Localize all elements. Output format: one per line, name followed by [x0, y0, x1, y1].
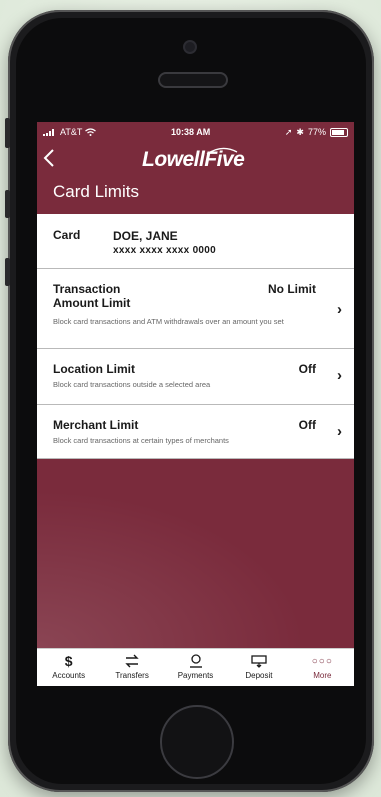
- signal-icon: [43, 128, 54, 136]
- bottom-tab-bar: $ Accounts Transfers Payments Deposit ○○…: [37, 648, 354, 686]
- tab-accounts-label: Accounts: [52, 671, 86, 680]
- deposit-icon: [227, 653, 290, 669]
- card-label: Card: [53, 228, 81, 242]
- card-row: Card DOE, JANE xxxx xxxx xxxx 0000: [37, 214, 354, 269]
- merchant-limit-value: Off: [298, 418, 316, 432]
- status-bar: AT&T 10:38 AM ➚ ✱ 77%: [37, 122, 354, 142]
- front-camera: [185, 42, 195, 52]
- battery-icon: [329, 127, 348, 137]
- location-icon: ➚: [284, 126, 293, 137]
- transaction-limit-title-line2: Amount Limit: [53, 296, 131, 310]
- chevron-right-icon: ›: [337, 301, 342, 318]
- tab-deposit[interactable]: Deposit: [227, 649, 290, 686]
- tab-accounts[interactable]: $ Accounts: [37, 649, 100, 686]
- chevron-right-icon: ›: [337, 367, 342, 384]
- volume-up-button: [5, 190, 10, 218]
- mute-switch: [5, 118, 10, 148]
- tab-deposit-label: Deposit: [245, 671, 273, 680]
- transaction-limit-row[interactable]: Transaction Amount Limit No Limit Block …: [37, 269, 354, 349]
- merchant-limit-title: Merchant Limit: [53, 418, 139, 432]
- chevron-left-icon: [43, 149, 54, 167]
- battery-percent: 77%: [307, 127, 326, 137]
- transaction-limit-description: Block card transactions and ATM withdraw…: [53, 317, 284, 326]
- merchant-limit-description: Block card transactions at certain types…: [53, 436, 229, 445]
- transaction-limit-title: Transaction Amount Limit: [53, 282, 130, 310]
- status-left: AT&T: [43, 127, 97, 137]
- tab-transfers-label: Transfers: [115, 671, 149, 680]
- status-time: 10:38 AM: [171, 127, 211, 137]
- carrier-label: AT&T: [60, 127, 83, 137]
- tab-more[interactable]: ○○○ More: [291, 649, 354, 686]
- chevron-right-icon: ›: [337, 423, 342, 440]
- card-holder-name: DOE, JANE: [113, 229, 178, 243]
- page-title: Card Limits: [53, 182, 139, 201]
- more-icon: ○○○: [311, 655, 333, 667]
- home-button[interactable]: [160, 705, 234, 779]
- location-limit-title: Location Limit: [53, 362, 135, 376]
- payments-icon: [164, 653, 227, 669]
- location-limit-row[interactable]: Location Limit Off Block card transactio…: [37, 349, 354, 405]
- background-dot-pattern: [37, 462, 354, 648]
- logo-swoosh-icon: [206, 147, 238, 155]
- card-number: xxxx xxxx xxxx 0000: [113, 245, 217, 256]
- back-button[interactable]: [43, 144, 67, 172]
- merchant-limit-row[interactable]: Merchant Limit Off Block card transactio…: [37, 405, 354, 459]
- dollar-icon: $: [64, 653, 73, 669]
- transfer-icon: [100, 653, 163, 669]
- earpiece-speaker: [158, 72, 228, 88]
- location-limit-description: Block card transactions outside a select…: [53, 380, 211, 389]
- nav-header: LowellFive: [37, 142, 354, 182]
- transaction-limit-value: No Limit: [268, 282, 316, 296]
- tab-more-label: More: [313, 671, 332, 680]
- transaction-limit-title-line1: Transaction: [53, 282, 121, 296]
- tab-transfers[interactable]: Transfers: [100, 649, 163, 686]
- tab-payments[interactable]: Payments: [164, 649, 227, 686]
- limits-list: Card DOE, JANE xxxx xxxx xxxx 0000 Trans…: [37, 214, 354, 459]
- volume-down-button: [5, 258, 10, 286]
- tab-payments-label: Payments: [177, 671, 214, 680]
- location-limit-value: Off: [298, 362, 316, 376]
- wifi-icon: [85, 128, 97, 136]
- app-screen: AT&T 10:38 AM ➚ ✱ 77% LowellFive Card Li…: [37, 122, 354, 686]
- bluetooth-icon: ✱: [296, 126, 304, 137]
- status-right: ➚ ✱ 77%: [285, 127, 348, 138]
